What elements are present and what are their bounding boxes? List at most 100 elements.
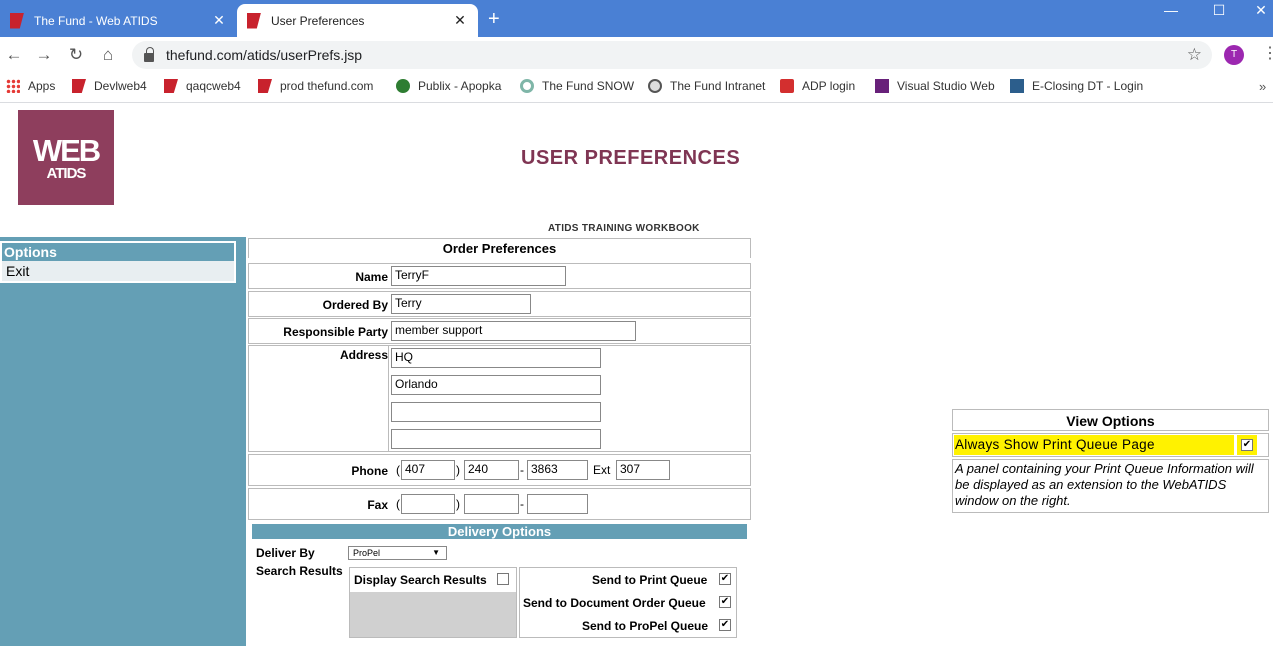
ext-label: Ext <box>593 463 611 477</box>
bookmark-adp[interactable]: ADP login <box>780 79 855 93</box>
fax-row: Fax ( ) - <box>248 488 751 520</box>
tab-user-preferences[interactable]: User Preferences ✕ <box>237 4 478 37</box>
fund-icon <box>258 79 272 93</box>
view-options-description: A panel containing your Print Queue Info… <box>952 459 1269 513</box>
address-bar: ← → ↻ ⌂ thefund.com/atids/userPrefs.jsp … <box>0 37 1273 73</box>
bookmark-prod[interactable]: prod thefund.com <box>258 79 373 93</box>
send-document-order-queue-label: Send to Document Order Queue <box>523 596 706 610</box>
reload-icon[interactable]: ↻ <box>66 45 86 65</box>
fax-label: Fax <box>367 498 388 512</box>
responsible-party-label: Responsible Party <box>283 325 388 339</box>
order-preferences-form: Order Preferences Name TerryF Ordered By… <box>248 238 751 520</box>
always-show-print-queue-checkbox[interactable]: ✔ <box>1241 439 1253 451</box>
bookmark-visual-studio[interactable]: Visual Studio Web <box>875 79 995 93</box>
close-icon[interactable]: ✕ <box>452 12 468 29</box>
profile-avatar[interactable]: T <box>1224 45 1244 65</box>
fax-area-input[interactable] <box>401 494 455 514</box>
window-close-icon[interactable]: ✕ <box>1251 2 1271 19</box>
fund-favicon-icon <box>10 12 24 29</box>
fund-favicon-icon <box>247 12 261 29</box>
tab-bar: The Fund - Web ATIDS ✕ User Preferences … <box>0 0 1273 37</box>
display-search-results-checkbox[interactable] <box>497 573 509 585</box>
bookmarks-bar: Apps Devlweb4 qaqcweb4 prod thefund.com … <box>0 73 1273 103</box>
phone-label: Phone <box>351 464 388 478</box>
send-document-order-queue-checkbox[interactable]: ✔ <box>719 596 731 608</box>
search-results-label: Search Results <box>256 564 343 578</box>
address-row: Address HQ Orlando <box>248 345 751 452</box>
name-input[interactable]: TerryF <box>391 266 566 286</box>
bookmark-snow[interactable]: The Fund SNOW <box>520 79 634 93</box>
ordered-by-row: Ordered By Terry <box>248 291 751 317</box>
address-line-2-input[interactable]: Orlando <box>391 375 601 395</box>
phone-row: Phone ( 407 ) 240 - 3863 Ext 307 <box>248 454 751 486</box>
snow-icon <box>520 79 534 93</box>
workbook-label: ATIDS TRAINING WORKBOOK <box>548 223 700 234</box>
options-header: Options <box>2 243 234 261</box>
responsible-party-row: Responsible Party member support <box>248 318 751 344</box>
page-title: USER PREFERENCES <box>521 147 741 169</box>
new-tab-button[interactable]: + <box>488 8 500 30</box>
menu-icon[interactable]: ⋮ <box>1262 43 1273 63</box>
url-text: thefund.com/atids/userPrefs.jsp <box>166 47 363 63</box>
bookmark-qaqcweb4[interactable]: qaqcweb4 <box>164 79 241 93</box>
send-propel-queue-checkbox[interactable]: ✔ <box>719 619 731 631</box>
deliver-by-select[interactable]: ProPel ▼ <box>348 546 447 560</box>
home-icon[interactable]: ⌂ <box>98 45 118 65</box>
responsible-party-input[interactable]: member support <box>391 321 636 341</box>
phone-prefix-input[interactable]: 240 <box>464 460 519 480</box>
dropdown-arrow-icon: ▼ <box>432 548 440 557</box>
back-icon[interactable]: ← <box>4 45 24 65</box>
address-line-3-input[interactable] <box>391 402 601 422</box>
globe-icon <box>648 79 662 93</box>
ordered-by-label: Ordered By <box>322 298 388 312</box>
name-label: Name <box>355 270 388 284</box>
address-line-4-input[interactable] <box>391 429 601 449</box>
forward-icon[interactable]: → <box>34 45 54 65</box>
bookmark-apps[interactable]: Apps <box>6 79 55 93</box>
minimize-icon[interactable]: — <box>1161 2 1181 18</box>
url-input[interactable]: thefund.com/atids/userPrefs.jsp ☆ <box>132 41 1212 69</box>
deliver-by-label: Deliver By <box>256 546 315 560</box>
order-preferences-header: Order Preferences <box>248 238 751 258</box>
close-icon[interactable]: ✕ <box>211 12 227 29</box>
view-options-header: View Options <box>952 409 1269 431</box>
fax-prefix-input[interactable] <box>464 494 519 514</box>
send-propel-queue-label: Send to ProPel Queue <box>582 619 709 633</box>
tab-title: The Fund - Web ATIDS <box>34 13 158 28</box>
always-show-print-queue-label: Always Show Print Queue Page <box>954 435 1234 455</box>
name-row: Name TerryF <box>248 263 751 289</box>
send-print-queue-checkbox[interactable]: ✔ <box>719 573 731 585</box>
address-line-1-input[interactable]: HQ <box>391 348 601 368</box>
lock-icon <box>144 46 154 62</box>
phone-area-input[interactable]: 407 <box>401 460 455 480</box>
delivery-options-header: Delivery Options <box>252 524 747 539</box>
maximize-icon[interactable]: ☐ <box>1209 2 1229 19</box>
ordered-by-input[interactable]: Terry <box>391 294 531 314</box>
visual-studio-icon <box>875 79 889 93</box>
tab-title: User Preferences <box>271 13 365 28</box>
bookmark-eclosing[interactable]: E-Closing DT - Login <box>1010 79 1143 93</box>
always-show-row: Always Show Print Queue Page ✔ <box>952 433 1269 457</box>
bookmark-intranet[interactable]: The Fund Intranet <box>648 79 765 93</box>
adp-icon <box>780 79 794 93</box>
phone-ext-input[interactable]: 307 <box>616 460 670 480</box>
page-content: WEB ATIDS USER PREFERENCES ATIDS TRAININ… <box>0 104 1273 646</box>
webatids-logo: WEB ATIDS <box>18 110 114 205</box>
send-print-queue-label: Send to Print Queue <box>592 573 708 587</box>
bookmark-devlweb4[interactable]: Devlweb4 <box>72 79 147 93</box>
tab-web-atids[interactable]: The Fund - Web ATIDS ✕ <box>0 4 237 37</box>
bookmark-star-icon[interactable]: ☆ <box>1187 45 1202 65</box>
fax-line-input[interactable] <box>527 494 588 514</box>
eclosing-icon <box>1010 79 1024 93</box>
apps-icon <box>6 79 20 93</box>
phone-line-input[interactable]: 3863 <box>527 460 588 480</box>
more-bookmarks-icon[interactable]: » <box>1259 79 1266 94</box>
sidebar-item-exit[interactable]: Exit <box>2 261 234 281</box>
fund-icon <box>72 79 86 93</box>
sidebar: Options Exit <box>0 237 246 646</box>
address-label: Address <box>339 348 388 362</box>
display-search-results-label: Display Search Results <box>354 573 487 587</box>
options-menu: Options Exit <box>0 241 236 283</box>
publix-icon <box>396 79 410 93</box>
bookmark-publix[interactable]: Publix - Apopka <box>396 79 501 93</box>
